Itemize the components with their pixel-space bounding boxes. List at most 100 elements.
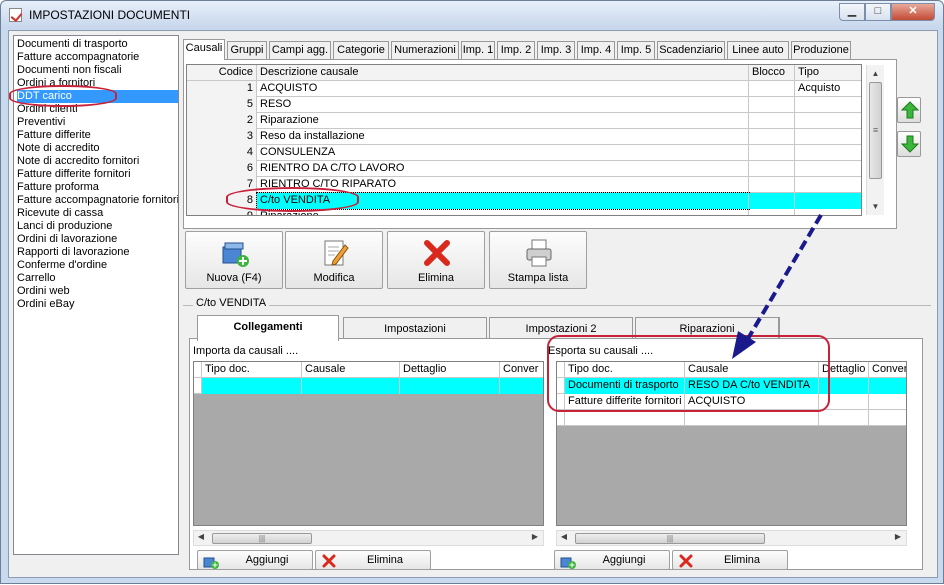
table-cell[interactable]	[869, 378, 906, 394]
table-cell[interactable]	[819, 410, 869, 426]
list-item[interactable]: Rapporti di lavorazione	[17, 246, 178, 259]
table-cell[interactable]: 8	[187, 193, 257, 209]
subtab-collegamenti[interactable]: Collegamenti	[197, 315, 339, 341]
scroll-thumb[interactable]: ≡	[869, 82, 882, 179]
list-item[interactable]: Conferme d'ordine	[17, 259, 178, 272]
list-item[interactable]: Ordini clienti	[17, 103, 178, 116]
tab-campi-agg-[interactable]: Campi agg.	[269, 41, 331, 59]
scroll-thumb[interactable]: |||	[575, 533, 765, 544]
table-cell[interactable]	[749, 209, 795, 215]
tab-gruppi[interactable]: Gruppi	[227, 41, 267, 59]
scroll-thumb[interactable]: |||	[212, 533, 312, 544]
table-cell[interactable]	[749, 81, 795, 97]
causali-vertical-scrollbar[interactable]: ▲ ≡ ▼	[866, 65, 884, 215]
table-cell[interactable]	[500, 378, 543, 394]
scroll-right-icon[interactable]: ▶	[891, 530, 905, 544]
table-cell[interactable]	[795, 193, 861, 209]
table-cell[interactable]: 2	[187, 113, 257, 129]
scroll-right-icon[interactable]: ▶	[528, 530, 542, 544]
table-cell[interactable]: 4	[187, 145, 257, 161]
table-row[interactable]	[557, 410, 906, 426]
edit-button[interactable]: Modifica	[285, 231, 383, 289]
table-cell[interactable]	[749, 193, 795, 209]
table-cell[interactable]	[749, 161, 795, 177]
table-row[interactable]: 8 C/to VENDITA	[187, 192, 861, 210]
list-item[interactable]: Fatture accompagnatorie fornitori	[17, 194, 178, 207]
list-item[interactable]: Ricevute di cassa	[17, 207, 178, 220]
table-row[interactable]: 9 Riparazione	[187, 209, 861, 215]
table-cell[interactable]	[795, 113, 861, 129]
list-item[interactable]: Documenti di trasporto	[17, 38, 178, 51]
table-row[interactable]	[194, 378, 543, 394]
table-cell[interactable]: 6	[187, 161, 257, 177]
title-bar[interactable]: IMPOSTAZIONI DOCUMENTI ▁ □ ✕	[1, 1, 943, 29]
table-cell[interactable]	[749, 145, 795, 161]
maximize-button[interactable]: □	[865, 3, 891, 21]
table-row[interactable]: 1 ACQUISTO Acquisto	[187, 81, 861, 97]
list-item[interactable]: Carrello	[17, 272, 178, 285]
table-row[interactable]: 4 CONSULENZA	[187, 145, 861, 161]
table-cell[interactable]	[749, 97, 795, 113]
list-item[interactable]: Ordini web	[17, 285, 178, 298]
table-cell[interactable]: 5	[187, 97, 257, 113]
table-cell[interactable]: 9	[187, 209, 257, 215]
table-row[interactable]: 7 RIENTRO C/TO RIPARATO	[187, 177, 861, 193]
table-cell[interactable]: 1	[187, 81, 257, 97]
tab-scadenziario[interactable]: Scadenziario	[657, 41, 725, 59]
table-cell[interactable]: 7	[187, 177, 257, 193]
list-item[interactable]: Note di accredito	[17, 142, 178, 155]
tab-numerazioni[interactable]: Numerazioni	[391, 41, 459, 59]
table-cell[interactable]	[749, 113, 795, 129]
list-item[interactable]: Fatture differite	[17, 129, 178, 142]
grid-header-cell[interactable]: Blocco	[749, 65, 795, 81]
table-cell[interactable]	[869, 394, 906, 410]
grid-header-cell[interactable]: Causale	[685, 362, 819, 378]
table-cell[interactable]	[795, 145, 861, 161]
grid-header-cell[interactable]: Conver	[500, 362, 543, 378]
import-delete-button[interactable]: Elimina	[315, 550, 431, 570]
table-cell[interactable]	[869, 410, 906, 426]
grid-header-cell[interactable]: Dettaglio	[400, 362, 500, 378]
grid-header-cell[interactable]: Causale	[302, 362, 400, 378]
table-cell[interactable]	[749, 129, 795, 145]
table-row[interactable]: 3 Reso da installazione	[187, 129, 861, 145]
grid-header-cell[interactable]: Tipo doc.	[202, 362, 302, 378]
list-item[interactable]: Ordini a fornitori	[17, 77, 178, 90]
table-cell[interactable]: RIENTRO DA C/TO LAVORO	[257, 161, 749, 177]
scroll-down-icon[interactable]: ▼	[867, 198, 884, 215]
table-row[interactable]: 6 RIENTRO DA C/TO LAVORO	[187, 161, 861, 177]
table-cell[interactable]	[302, 378, 400, 394]
table-cell[interactable]	[565, 410, 685, 426]
tab-linee-auto[interactable]: Linee auto	[727, 41, 789, 59]
tab-imp-2[interactable]: Imp. 2	[497, 41, 535, 59]
table-cell[interactable]	[795, 129, 861, 145]
grid-header-cell[interactable]: Convers	[869, 362, 906, 378]
new-button[interactable]: Nuova (F4)	[185, 231, 283, 289]
list-item[interactable]: Fatture proforma	[17, 181, 178, 194]
table-cell[interactable]: Acquisto	[795, 81, 861, 97]
export-add-button[interactable]: Aggiungi	[554, 550, 670, 570]
table-cell[interactable]	[795, 177, 861, 193]
scroll-up-icon[interactable]: ▲	[867, 65, 884, 82]
delete-button[interactable]: Elimina	[387, 231, 485, 289]
table-cell[interactable]	[795, 97, 861, 113]
grid-header-cell[interactable]: Tipo doc.	[565, 362, 685, 378]
import-horizontal-scrollbar[interactable]: ◀ ||| ▶	[193, 530, 544, 546]
tab-causali[interactable]: Causali	[183, 39, 225, 60]
table-row[interactable]: 5 RESO	[187, 97, 861, 113]
list-item[interactable]: Documenti non fiscali	[17, 64, 178, 77]
export-horizontal-scrollbar[interactable]: ◀ ||| ▶	[556, 530, 907, 546]
table-cell[interactable]	[795, 161, 861, 177]
table-row[interactable]: Fatture differite fornitori ACQUISTO	[557, 394, 906, 410]
table-cell[interactable]: ACQUISTO	[257, 81, 749, 97]
list-item[interactable]: Ordini di lavorazione	[17, 233, 178, 246]
scroll-left-icon[interactable]: ◀	[557, 530, 571, 544]
list-item[interactable]: Ordini eBay	[17, 298, 178, 311]
tab-categorie[interactable]: Categorie	[333, 41, 389, 59]
scroll-left-icon[interactable]: ◀	[194, 530, 208, 544]
import-add-button[interactable]: Aggiungi	[197, 550, 313, 570]
list-item[interactable]: Lanci di produzione	[17, 220, 178, 233]
table-cell[interactable]	[400, 378, 500, 394]
table-cell[interactable]: ACQUISTO	[685, 394, 819, 410]
list-item[interactable]: Note di accredito fornitori	[17, 155, 178, 168]
